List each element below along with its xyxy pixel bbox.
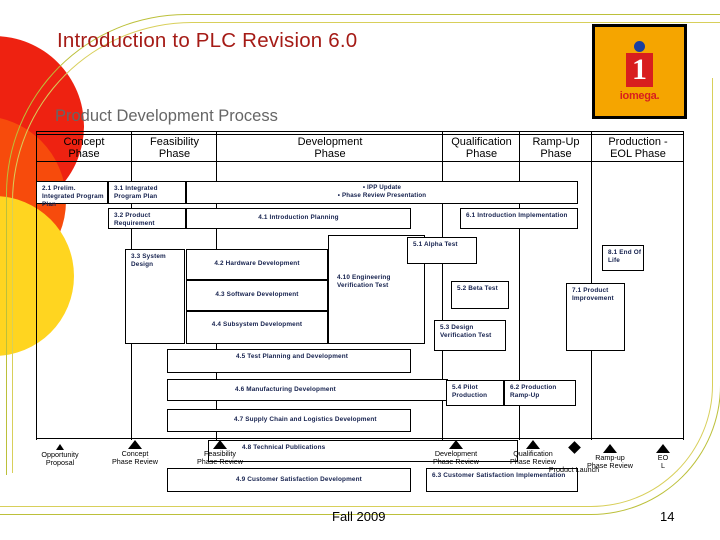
logo-square-icon: 1: [626, 53, 653, 87]
slide-title: Introduction to PLC Revision 6.0: [57, 29, 358, 52]
iomega-logo: 1 iomega.: [592, 24, 687, 119]
logo-dot-icon: [634, 41, 645, 52]
milestone-rampup-phase-review[interactable]: Ramp-up Phase Review: [571, 444, 649, 471]
milestone-label: Development Phase Review: [433, 449, 479, 467]
phase-header-underline-5: [520, 161, 592, 162]
phase-header-underline-6: [592, 161, 684, 162]
phase-sub: EOL Phase: [610, 147, 666, 160]
phase-header-production: Production - EOL Phase: [592, 134, 684, 161]
milestone-opportunity-proposal[interactable]: Opportunity Proposal: [24, 444, 96, 468]
phase-header-development: Development Phase: [217, 134, 443, 161]
triangle-marker-icon: [656, 444, 670, 453]
task-box-4-5[interactable]: 4.5 Test Planning and Development: [167, 349, 411, 373]
phase-header-concept: Concept Phase: [36, 134, 132, 161]
task-box-3-3[interactable]: 3.3 System Design: [125, 249, 185, 344]
phase-name: Feasibility: [150, 135, 199, 148]
phase-header-qualification: Qualification Phase: [443, 134, 520, 161]
task-box-6-1[interactable]: 6.1 Introduction Implementation: [460, 208, 578, 229]
milestone-label: Concept Phase Review: [112, 449, 158, 467]
task-box-5-2[interactable]: 5.2 Beta Test: [451, 281, 509, 309]
milestone-label: Feasibility Phase Review: [197, 449, 243, 467]
task-box-ipp-update[interactable]: • IPP Update • Phase Review Presentation: [186, 181, 578, 204]
milestone-development-phase-review[interactable]: Development Phase Review: [417, 440, 495, 467]
task-box-4-2[interactable]: 4.2 Hardware Development: [186, 249, 328, 280]
footer-page-number: 14: [660, 509, 675, 524]
milestone-label: Opportunity Proposal: [41, 450, 79, 468]
task-box-8-1[interactable]: 8.1 End Of Life: [602, 245, 644, 271]
phase-header-underline-4: [443, 161, 520, 162]
task-box-2-1[interactable]: 2.1 Prelim. Integrated Program Plan: [36, 181, 108, 208]
phase-header-underline-2: [132, 161, 217, 162]
phase-sub: Phase: [314, 147, 346, 160]
task-box-4-6[interactable]: 4.6 Manufacturing Development: [167, 379, 448, 401]
logo-wordmark: iomega.: [619, 90, 660, 102]
phase-sub: Phase: [68, 147, 100, 160]
phase-header-rampup: Ramp-Up Phase: [520, 134, 592, 161]
task-box-3-2[interactable]: 3.2 Product Requirement: [108, 208, 186, 229]
milestone-feasibility-phase-review[interactable]: Feasibility Phase Review: [181, 440, 259, 467]
task-box-5-1[interactable]: 5.1 Alpha Test: [407, 237, 477, 264]
phase-sub: Phase: [158, 147, 191, 160]
footer-date: Fall 2009: [332, 509, 386, 524]
phase-name: Ramp-Up: [532, 135, 580, 148]
task-box-6-2[interactable]: 6.2 Production Ramp-Up: [504, 380, 576, 406]
phase-name: Qualification: [451, 135, 512, 148]
triangle-marker-icon: [128, 440, 142, 449]
task-box-4-4[interactable]: 4.4 Subsystem Development: [186, 311, 328, 344]
milestone-label: Ramp-up Phase Review: [587, 453, 633, 471]
logo-numeral: 1: [632, 53, 647, 86]
milestone-concept-phase-review[interactable]: Concept Phase Review: [96, 440, 174, 467]
triangle-marker-icon: [449, 440, 463, 449]
phase-header-underline-3: [217, 161, 443, 162]
task-box-4-9[interactable]: 4.9 Customer Satisfaction Development: [167, 468, 411, 492]
task-box-4-7[interactable]: 4.7 Supply Chain and Logistics Developme…: [167, 409, 411, 432]
phase-sub: Phase: [465, 147, 498, 160]
process-diagram: Concept Phase Feasibility Phase Developmen…: [36, 131, 684, 492]
task-box-7-1[interactable]: 7.1 Product Improvement: [566, 283, 625, 351]
task-box-3-1[interactable]: 3.1 Integrated Program Plan: [108, 181, 186, 204]
task-box-4-1[interactable]: 4.1 Introduction Planning: [186, 208, 411, 229]
phase-name: Concept: [63, 135, 105, 148]
triangle-marker-icon: [603, 444, 617, 453]
phase-header-underline-1: [36, 161, 132, 162]
phase-name: Production -: [608, 135, 668, 148]
phase-header-feasibility: Feasibility Phase: [132, 134, 217, 161]
milestone-label: EO L: [657, 453, 669, 471]
chart-title: Product Development Process: [55, 107, 278, 125]
phase-name: Development: [297, 135, 363, 148]
milestone-eol[interactable]: EO L: [645, 444, 681, 471]
task-box-4-3[interactable]: 4.3 Software Development: [186, 280, 328, 311]
lane-concept: [36, 131, 132, 440]
slide: Introduction to PLC Revision 6.0 1 iomeg…: [0, 0, 720, 540]
phase-sub: Phase: [540, 147, 572, 160]
task-box-5-4[interactable]: 5.4 Pilot Production: [446, 380, 504, 406]
triangle-marker-icon: [213, 440, 227, 449]
task-box-5-3[interactable]: 5.3 Design Verification Test: [434, 320, 506, 351]
